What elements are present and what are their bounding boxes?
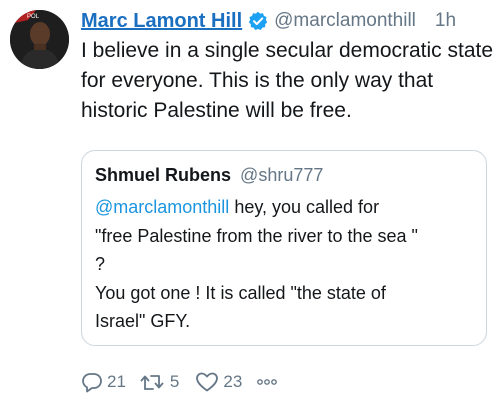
quoted-text-fragment: hey, you called for [229,197,380,217]
tweet: POL Marc Lamont Hill @marclamonthill 1h … [0,0,502,404]
quoted-author-handle: @shru777 [240,165,324,185]
tweet-actions: 21 5 23 [81,370,278,394]
quoted-tweet-card[interactable]: Shmuel Rubens @shru777 @marclamonthill h… [81,150,487,346]
quoted-author-name: Shmuel Rubens [95,165,232,185]
quoted-text-line: "free Palestine from the river to the se… [95,225,418,246]
retweet-count: 5 [169,372,180,391]
retweet-button[interactable]: 5 [140,371,179,393]
tweet-header: Marc Lamont Hill @marclamonthill 1h [81,6,496,36]
tweet-timestamp[interactable]: 1h [435,10,456,32]
reply-button[interactable]: 21 [81,371,126,393]
reply-count: 21 [107,372,126,391]
like-count: 23 [223,372,243,391]
retweet-icon [140,371,166,393]
svg-text:POL: POL [27,14,40,20]
mention-link[interactable]: @marclamonthill [95,197,229,217]
avatar-photo: POL [10,10,69,69]
quoted-text-line: You got one ! It is called "the state of [95,282,386,303]
quoted-tweet-header: Shmuel Rubens @shru777 [95,165,323,186]
quoted-tweet-text: @marclamonthill hey, you called for "fre… [95,193,480,336]
quoted-text-line: ? [95,254,106,274]
heart-icon [195,371,219,393]
quoted-text-line: Israel" GFY. [95,311,191,331]
more-options-button[interactable] [256,372,278,392]
more-options-icon [256,372,278,392]
quoted-text-line: @marclamonthill hey, you called for [95,193,480,222]
reply-icon [81,371,103,393]
like-button[interactable]: 23 [195,371,242,393]
tweet-text: I believe in a single secular democratic… [81,39,494,122]
verified-icon [248,11,268,31]
author-name[interactable]: Marc Lamont Hill [81,10,242,33]
author-handle[interactable]: @marclamonthill [274,10,416,32]
avatar[interactable]: POL [10,10,69,69]
